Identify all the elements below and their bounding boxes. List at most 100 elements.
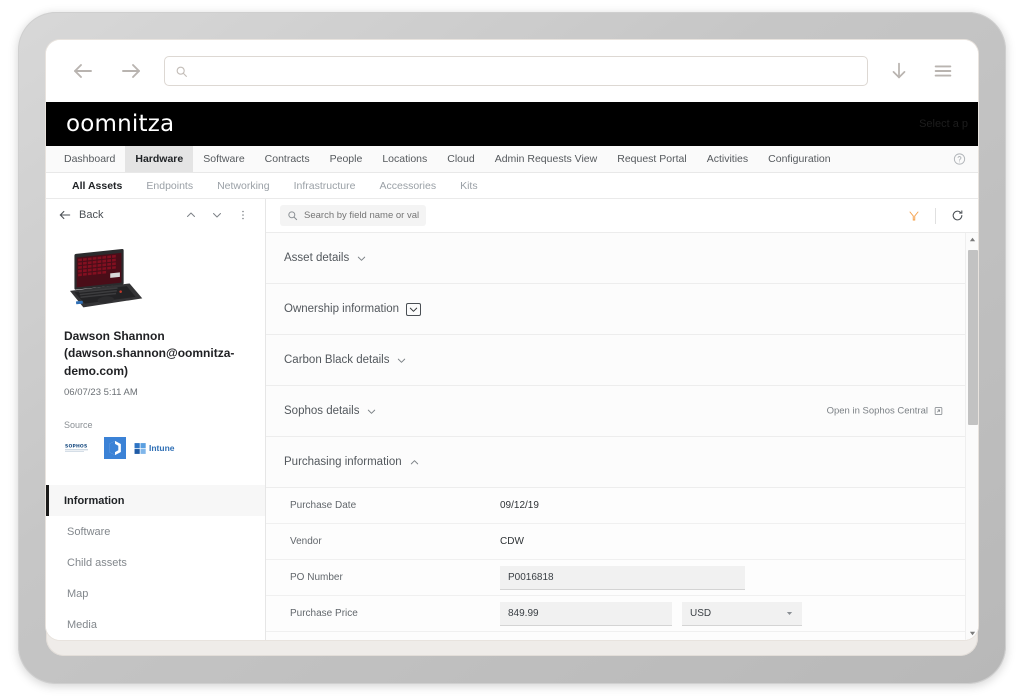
arrow-left-icon bbox=[58, 208, 72, 222]
nav-tab-locations[interactable]: Locations bbox=[372, 146, 437, 172]
section-carbon-black-details[interactable]: Carbon Black details bbox=[266, 335, 965, 386]
hamburger-menu-icon[interactable] bbox=[930, 58, 956, 84]
section-purchasing-information[interactable]: Purchasing information bbox=[266, 437, 965, 488]
chevron-down-icon bbox=[366, 406, 377, 417]
field-search-input[interactable] bbox=[304, 210, 419, 221]
asset-fields-content: Asset details Ownership information Carb… bbox=[266, 233, 965, 640]
arrow-left-icon[interactable] bbox=[68, 56, 98, 86]
nav-tab-dashboard[interactable]: Dashboard bbox=[54, 146, 125, 172]
subnav-tab-endpoints[interactable]: Endpoints bbox=[134, 173, 205, 198]
section-title: Sophos details bbox=[284, 405, 359, 417]
carbon-black-logo[interactable] bbox=[104, 437, 126, 459]
app-body: Back bbox=[46, 199, 978, 640]
sidebar-item-software[interactable]: Software bbox=[46, 516, 265, 547]
chevron-down-icon bbox=[356, 253, 367, 264]
filter-icon[interactable] bbox=[903, 205, 925, 227]
back-button[interactable]: Back bbox=[58, 208, 103, 222]
scroll-down-arrow[interactable] bbox=[966, 627, 979, 640]
refresh-icon[interactable] bbox=[946, 205, 968, 227]
kebab-menu-icon[interactable] bbox=[233, 205, 253, 225]
purchase-price-input[interactable] bbox=[500, 602, 672, 626]
nav-tab-people[interactable]: People bbox=[320, 146, 373, 172]
url-input[interactable] bbox=[196, 64, 857, 78]
field-value: CDW bbox=[500, 536, 524, 547]
subnav-tab-accessories[interactable]: Accessories bbox=[367, 173, 448, 198]
screen-viewport: oomnitza Select a p Dashboard Hardware S… bbox=[46, 40, 978, 640]
oomnitza-logo[interactable]: oomnitza bbox=[66, 111, 174, 137]
asset-detail-sidebar: Back bbox=[46, 199, 266, 640]
content-scrollbar[interactable] bbox=[965, 233, 978, 640]
sidebar-toolbar: Back bbox=[46, 199, 265, 232]
help-circle-icon[interactable] bbox=[953, 153, 966, 166]
svg-text:SOPHOS: SOPHOS bbox=[65, 444, 87, 450]
section-title: Ownership information bbox=[284, 303, 399, 315]
chevron-up-icon[interactable] bbox=[181, 205, 201, 225]
nav-tab-contracts[interactable]: Contracts bbox=[255, 146, 320, 172]
sophos-logo[interactable]: SOPHOS bbox=[64, 441, 96, 455]
content-scroll-wrapper: Asset details Ownership information Carb… bbox=[266, 233, 978, 640]
chevron-down-icon bbox=[406, 303, 421, 316]
po-number-input[interactable] bbox=[500, 566, 745, 590]
search-input[interactable] bbox=[280, 205, 426, 226]
main-toolbar bbox=[266, 199, 978, 233]
section-title: Carbon Black details bbox=[284, 354, 389, 366]
currency-select[interactable]: USD bbox=[682, 602, 802, 626]
nav-tab-configuration[interactable]: Configuration bbox=[758, 146, 840, 172]
field-label: PO Number bbox=[290, 572, 500, 583]
sidebar-item-media[interactable]: Media bbox=[46, 609, 265, 640]
sidebar-item-child-assets[interactable]: Child assets bbox=[46, 547, 265, 578]
section-title: Purchasing information bbox=[284, 456, 402, 468]
asset-detail-main-panel: Asset details Ownership information Carb… bbox=[266, 199, 978, 640]
section-title: Asset details bbox=[284, 252, 349, 264]
subnav-tab-networking[interactable]: Networking bbox=[205, 173, 282, 198]
open-in-sophos-central-link[interactable]: Open in Sophos Central bbox=[827, 406, 943, 417]
section-ownership-information[interactable]: Ownership information bbox=[266, 284, 965, 335]
chevron-up-icon bbox=[409, 457, 420, 468]
nav-tab-software[interactable]: Software bbox=[193, 146, 254, 172]
subnav-tab-all-assets[interactable]: All Assets bbox=[60, 173, 134, 198]
caret-down-icon bbox=[785, 609, 794, 618]
external-link-icon bbox=[934, 407, 943, 416]
sophos-link-label: Open in Sophos Central bbox=[827, 406, 928, 417]
section-sophos-details[interactable]: Sophos details Open in Sophos Central bbox=[266, 386, 965, 437]
toolbar-divider bbox=[935, 208, 936, 224]
currency-select-value: USD bbox=[690, 608, 711, 619]
source-logos: SOPHOS bbox=[64, 437, 247, 459]
subnav-tab-kits[interactable]: Kits bbox=[448, 173, 490, 198]
app-header-bar: oomnitza Select a p bbox=[46, 102, 978, 146]
nav-tab-hardware[interactable]: Hardware bbox=[125, 146, 193, 172]
browser-url-bar[interactable] bbox=[164, 56, 868, 86]
field-row-purchase-date: Purchase Date 09/12/19 bbox=[266, 488, 965, 524]
field-row-vendor: Vendor CDW bbox=[266, 524, 965, 560]
laptop-thumbnail bbox=[64, 244, 146, 314]
profile-selector[interactable]: Select a p bbox=[919, 118, 968, 130]
nav-tab-cloud[interactable]: Cloud bbox=[437, 146, 484, 172]
arrow-right-icon[interactable] bbox=[116, 56, 146, 86]
field-row-filler bbox=[266, 632, 965, 640]
field-row-po-number: PO Number bbox=[266, 560, 965, 596]
field-label: Vendor bbox=[290, 536, 500, 547]
scroll-up-arrow[interactable] bbox=[966, 233, 979, 246]
asset-title: Dawson Shannon (dawson.shannon@oomnitza-… bbox=[64, 328, 247, 380]
source-label: Source bbox=[64, 420, 247, 430]
nav-tab-admin-requests-view[interactable]: Admin Requests View bbox=[485, 146, 608, 172]
intune-logo[interactable]: Intune bbox=[134, 442, 175, 455]
field-label: Purchase Price bbox=[290, 608, 500, 619]
section-asset-details[interactable]: Asset details bbox=[266, 233, 965, 284]
field-row-purchase-price: Purchase Price USD bbox=[266, 596, 965, 632]
chevron-down-icon[interactable] bbox=[207, 205, 227, 225]
search-icon bbox=[175, 65, 188, 78]
sidebar-item-map[interactable]: Map bbox=[46, 578, 265, 609]
back-label: Back bbox=[79, 209, 103, 221]
scrollbar-track[interactable] bbox=[966, 246, 978, 627]
sidebar-menu: Information Software Child assets Map Me… bbox=[46, 485, 265, 640]
nav-tab-request-portal[interactable]: Request Portal bbox=[607, 146, 696, 172]
scrollbar-thumb[interactable] bbox=[968, 250, 978, 425]
subnav-tab-infrastructure[interactable]: Infrastructure bbox=[282, 173, 368, 198]
nav-tab-activities[interactable]: Activities bbox=[697, 146, 758, 172]
primary-navigation: Dashboard Hardware Software Contracts Pe… bbox=[46, 146, 978, 173]
download-arrow-icon[interactable] bbox=[886, 58, 912, 84]
search-icon bbox=[287, 210, 298, 221]
sidebar-item-information[interactable]: Information bbox=[46, 485, 265, 516]
browser-chrome bbox=[46, 40, 978, 102]
